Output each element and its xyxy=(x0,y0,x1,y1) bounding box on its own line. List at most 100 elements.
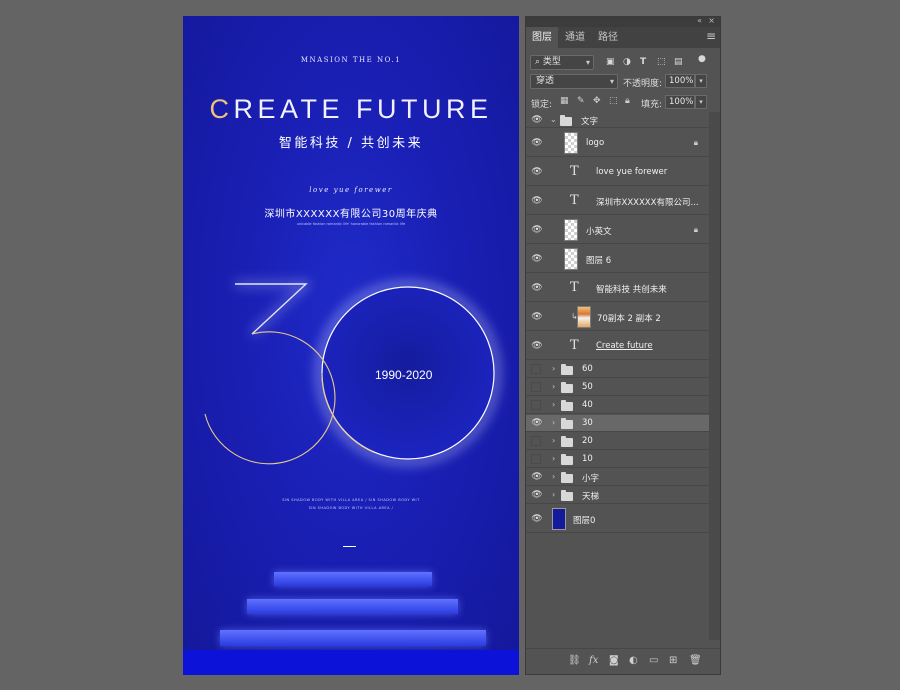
small-line: SIN SHADOW BODY WITH VILLA AREA / SIN SH… xyxy=(282,498,420,502)
eye-icon[interactable]: 👁︎ xyxy=(531,490,543,500)
layers-panel: « × 图层 通道 路径 ≡ ⌕ 类型 ▾ ▣ ◑ T ⬚ ▤ ● 穿透 ▾ 不透明… xyxy=(525,16,721,675)
visibility-toggle[interactable] xyxy=(531,364,541,374)
layers-scrollbar[interactable] xyxy=(709,112,720,640)
layer-name: 30 xyxy=(582,418,593,428)
layer-thumbnail xyxy=(564,248,578,270)
lock-position-icon[interactable]: ✥ xyxy=(593,96,601,106)
chevron-right-icon[interactable]: › xyxy=(552,454,555,463)
layer-row-background[interactable]: 👁︎ 图层0 xyxy=(526,505,710,533)
eye-icon[interactable]: 👁︎ xyxy=(531,138,543,148)
lock-icon: 🔒︎ xyxy=(693,225,698,234)
shape-filter-icon[interactable]: ⬚ xyxy=(657,57,666,67)
lock-all-icon[interactable]: 🔒︎ xyxy=(625,96,630,106)
layer-row-image[interactable]: 👁︎ ↳ 70副本 2 副本 2 xyxy=(526,303,710,331)
layer-row-text[interactable]: 👁︎ T 深圳市XXXXXX有限公司... xyxy=(526,187,710,215)
lock-row: 锁定: ▦ ✎ ✥ ⬚ 🔒︎ 填充: 100% ▾ xyxy=(526,92,720,112)
layer-row-text[interactable]: 👁︎ T Create future xyxy=(526,332,710,360)
chevron-right-icon[interactable]: › xyxy=(552,400,555,409)
brand-text: MNASION THE NO.1 xyxy=(300,56,402,64)
close-panel-icon[interactable]: × xyxy=(708,16,715,25)
opacity-slider-toggle[interactable]: ▾ xyxy=(695,74,707,88)
eye-icon[interactable]: 👁︎ xyxy=(531,418,543,428)
layer-name: logo xyxy=(586,138,605,148)
lock-artboard-icon[interactable]: ⬚ xyxy=(609,96,618,106)
folder-icon xyxy=(561,364,573,375)
layer-row-group[interactable]: 👁︎ › 天梯 xyxy=(526,487,710,504)
chevron-right-icon[interactable]: › xyxy=(552,472,555,481)
eye-icon[interactable]: 👁︎ xyxy=(531,283,543,293)
eye-icon[interactable]: 👁︎ xyxy=(531,115,543,125)
text-layer-icon: T xyxy=(570,193,579,208)
text-layer-icon: T xyxy=(570,164,579,179)
stair-step-middle xyxy=(247,599,458,614)
collapse-panel-icon[interactable]: « xyxy=(697,16,702,25)
chevron-right-icon[interactable]: › xyxy=(552,418,555,427)
layer-row-group-text[interactable]: 👁︎ ⌄ 文字 xyxy=(526,112,710,128)
fill-slider-toggle[interactable]: ▾ xyxy=(695,95,707,109)
new-layer-icon[interactable]: ⊞ xyxy=(669,655,677,666)
layer-row-group[interactable]: › 10 xyxy=(526,451,710,468)
layer-name: 智能科技 共创未来 xyxy=(596,285,667,295)
layer-name: 10 xyxy=(582,454,593,464)
company-line: 深圳市XXXXXX有限公司30周年庆典 xyxy=(264,209,438,220)
filter-kind-select[interactable]: ⌕ 类型 ▾ xyxy=(530,55,594,70)
folder-icon xyxy=(561,472,573,483)
layer-row-pixel[interactable]: 👁︎ 图层 6 xyxy=(526,245,710,273)
eye-icon[interactable]: 👁︎ xyxy=(531,312,543,322)
layer-row-group[interactable]: 👁︎ › 小字 xyxy=(526,469,710,486)
layer-name: 图层0 xyxy=(573,516,596,526)
layer-row-group-selected[interactable]: 👁︎ › 30 xyxy=(526,415,710,432)
image-filter-icon[interactable]: ▣ xyxy=(606,57,615,67)
tab-channels[interactable]: 通道 xyxy=(559,27,591,48)
delete-layer-icon[interactable]: 🗑︎ xyxy=(689,655,702,666)
layer-row-group[interactable]: › 60 xyxy=(526,361,710,378)
fill-input[interactable]: 100% xyxy=(665,95,695,109)
layer-row-text[interactable]: 👁︎ T love yue forewer xyxy=(526,158,710,186)
lock-paint-icon[interactable]: ✎ xyxy=(577,96,585,106)
panel-menu-icon[interactable]: ≡ xyxy=(706,29,716,43)
smart-object-filter-icon[interactable]: ▤ xyxy=(674,57,683,67)
chevron-down-icon[interactable]: ⌄ xyxy=(550,115,557,124)
layer-name: 图层 6 xyxy=(586,256,612,266)
folder-icon xyxy=(561,400,573,411)
folder-icon xyxy=(561,418,573,429)
chevron-right-icon[interactable]: › xyxy=(552,436,555,445)
chevron-right-icon[interactable]: › xyxy=(552,382,555,391)
layer-row-pixel[interactable]: 👁︎ 小英文 🔒︎ xyxy=(526,216,710,244)
blend-mode-select[interactable]: 穿透 ▾ xyxy=(530,74,618,89)
layer-name: Create future xyxy=(596,341,653,351)
eye-icon[interactable]: 👁︎ xyxy=(531,472,543,482)
tab-paths[interactable]: 路径 xyxy=(592,27,624,48)
folder-icon xyxy=(561,382,573,393)
tab-layers[interactable]: 图层 xyxy=(526,27,558,48)
layer-row-text[interactable]: 👁︎ T 智能科技 共创未来 xyxy=(526,274,710,302)
eye-icon[interactable]: 👁︎ xyxy=(531,167,543,177)
toggle-filter-icon[interactable]: ● xyxy=(698,54,706,64)
visibility-toggle[interactable] xyxy=(531,382,541,392)
eye-icon[interactable]: 👁︎ xyxy=(531,254,543,264)
chevron-right-icon[interactable]: › xyxy=(552,364,555,373)
fill-label: 填充: xyxy=(641,100,663,110)
eye-icon[interactable]: 👁︎ xyxy=(531,225,543,235)
eye-icon[interactable]: 👁︎ xyxy=(531,196,543,206)
visibility-toggle[interactable] xyxy=(531,454,541,464)
eye-icon[interactable]: 👁︎ xyxy=(531,514,543,524)
lock-transparent-icon[interactable]: ▦ xyxy=(560,96,569,106)
new-group-icon[interactable]: ▭ xyxy=(649,655,658,666)
layer-row-group[interactable]: › 50 xyxy=(526,379,710,396)
poster-canvas[interactable]: MNASION THE NO.1 CREATE FUTURE 智能科技 / 共创… xyxy=(183,16,519,675)
add-mask-icon[interactable]: ◙ xyxy=(609,655,619,666)
chevron-right-icon[interactable]: › xyxy=(552,490,555,499)
layer-row-group[interactable]: › 40 xyxy=(526,397,710,414)
visibility-toggle[interactable] xyxy=(531,436,541,446)
adjustment-filter-icon[interactable]: ◑ xyxy=(623,57,631,67)
adjustment-layer-icon[interactable]: ◐ xyxy=(629,655,638,666)
visibility-toggle[interactable] xyxy=(531,400,541,410)
opacity-input[interactable]: 100% xyxy=(665,74,695,88)
layer-row-group[interactable]: › 20 xyxy=(526,433,710,450)
eye-icon[interactable]: 👁︎ xyxy=(531,341,543,351)
link-layers-icon[interactable]: ⛓︎ xyxy=(568,655,581,666)
fx-icon[interactable]: fx xyxy=(589,655,598,666)
layer-row-logo[interactable]: 👁︎ logo 🔒︎ xyxy=(526,129,710,157)
type-filter-icon[interactable]: T xyxy=(640,57,646,67)
